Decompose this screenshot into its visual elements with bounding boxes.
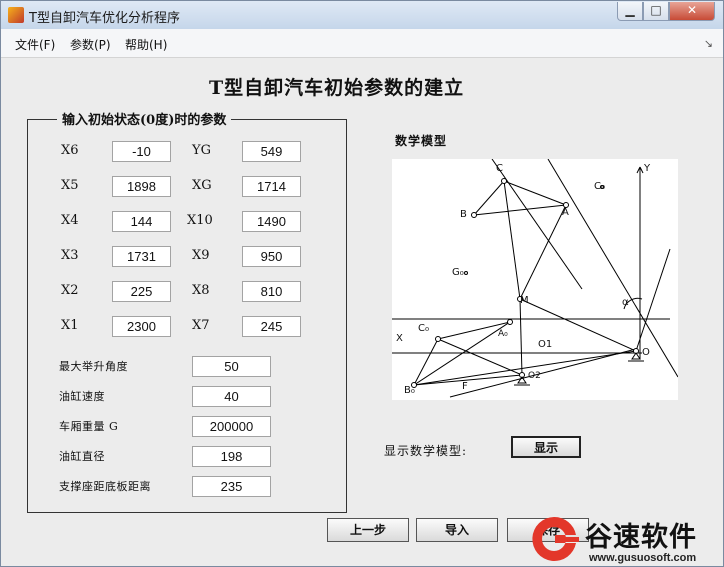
- watermark-brand: 谷速软件: [585, 522, 697, 553]
- minimize-button[interactable]: ▁: [617, 2, 643, 21]
- math-model-diagram: C B A C₀ Y G₀ M α X C₀ A₀ O1 O O2 B₀ F: [392, 159, 678, 400]
- math-model-label: 数学模型: [395, 134, 448, 148]
- label-body-weight: 车厢重量 G: [59, 420, 119, 433]
- diagram-label-y: Y: [644, 163, 651, 174]
- label-max-lift-angle: 最大举升角度: [59, 360, 128, 373]
- input-x6[interactable]: -10: [112, 141, 171, 162]
- label-x8: X8: [192, 283, 210, 298]
- diagram-label-co: C₀: [418, 323, 429, 334]
- label-x1: X1: [61, 318, 79, 333]
- watermark: 谷速软件 www.gusuosoft.com: [525, 511, 723, 567]
- input-body-weight[interactable]: 200000: [192, 416, 271, 437]
- label-x6: X6: [61, 143, 79, 158]
- input-cylinder-speed[interactable]: 40: [192, 386, 271, 407]
- label-xg: XG: [192, 178, 212, 193]
- label-x4: X4: [61, 213, 79, 228]
- label-cylinder-diameter: 油缸直径: [59, 450, 105, 463]
- input-cylinder-diameter[interactable]: 198: [192, 446, 271, 467]
- window-title: T型自卸汽车优化分析程序: [29, 11, 180, 26]
- input-x7[interactable]: 245: [242, 316, 301, 337]
- group-title: 输入初始状态(0度)时的参数: [57, 109, 232, 128]
- input-max-lift-angle[interactable]: 50: [192, 356, 271, 377]
- matlab-icon: [8, 7, 24, 23]
- diagram-label-o1: O1: [538, 339, 553, 350]
- input-x5[interactable]: 1898: [112, 176, 171, 197]
- diagram-label-c: C: [496, 163, 503, 174]
- diagram-label-o2: O2: [528, 371, 541, 381]
- input-xg[interactable]: 1714: [242, 176, 301, 197]
- label-x5: X5: [61, 178, 79, 193]
- maximize-button[interactable]: □: [643, 2, 669, 21]
- import-button[interactable]: 导入: [416, 518, 498, 542]
- watermark-url: www.gusuosoft.com: [589, 552, 697, 564]
- label-yg: YG: [192, 143, 211, 158]
- diagram-label-a: A: [562, 207, 569, 218]
- input-support-distance[interactable]: 235: [192, 476, 271, 497]
- app-window: T型自卸汽车优化分析程序 ▁ □ ✕ 文件(F) 参数(P) 帮助(H) ↘ T…: [0, 0, 724, 567]
- previous-step-button[interactable]: 上一步: [327, 518, 409, 542]
- title-bar: T型自卸汽车优化分析程序 ▁ □ ✕: [1, 1, 723, 29]
- diagram-label-a0: A₀: [498, 329, 508, 339]
- diagram-label-b: B: [460, 209, 467, 220]
- menu-help[interactable]: 帮助(H): [125, 36, 167, 53]
- gusu-logo-icon: [532, 516, 579, 561]
- label-cylinder-speed: 油缸速度: [59, 390, 105, 403]
- diagram-label-o: O: [642, 347, 650, 358]
- input-x3[interactable]: 1731: [112, 246, 171, 267]
- menu-overflow-icon[interactable]: ↘: [704, 37, 713, 50]
- label-support-distance: 支撑座距底板距离: [59, 480, 151, 493]
- close-button[interactable]: ✕: [669, 2, 715, 21]
- input-x4[interactable]: 144: [112, 211, 171, 232]
- show-model-label: 显示数学模型:: [384, 444, 468, 458]
- input-x1[interactable]: 2300: [112, 316, 171, 337]
- input-x9[interactable]: 950: [242, 246, 301, 267]
- diagram-label-alpha: α: [622, 297, 629, 308]
- input-x10[interactable]: 1490: [242, 211, 301, 232]
- diagram-label-c0: C₀: [594, 181, 605, 192]
- label-x7: X7: [192, 318, 210, 333]
- menu-bar: 文件(F) 参数(P) 帮助(H) ↘: [1, 29, 723, 58]
- label-x9: X9: [192, 248, 210, 263]
- menu-params[interactable]: 参数(P): [70, 36, 111, 53]
- diagram-label-b0: B₀: [404, 385, 415, 396]
- diagram-label-x: X: [396, 333, 403, 344]
- mechanism-svg: [392, 159, 678, 398]
- diagram-label-g0: G₀: [452, 267, 464, 278]
- page-title: T型自卸汽车初始参数的建立: [209, 77, 465, 99]
- show-model-button[interactable]: 显示: [511, 436, 581, 458]
- diagram-label-f: F: [462, 381, 468, 392]
- input-yg[interactable]: 549: [242, 141, 301, 162]
- label-x10: X10: [187, 213, 213, 228]
- diagram-label-m: M: [520, 295, 529, 306]
- input-x8[interactable]: 810: [242, 281, 301, 302]
- input-x2[interactable]: 225: [112, 281, 171, 302]
- label-x2: X2: [61, 283, 79, 298]
- menu-file[interactable]: 文件(F): [15, 36, 55, 53]
- label-x3: X3: [61, 248, 79, 263]
